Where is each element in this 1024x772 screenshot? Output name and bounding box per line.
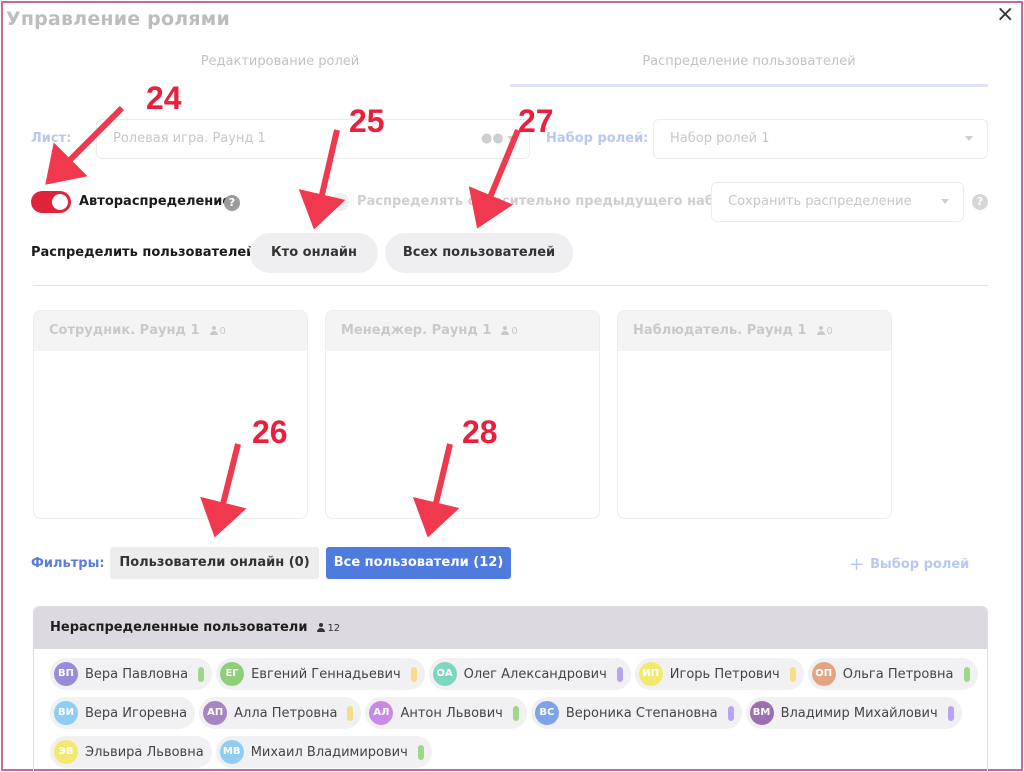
annotation-arrow-25 xyxy=(298,129,346,230)
annotation-arrow-27 xyxy=(468,128,521,229)
annotation-arrow-26 xyxy=(200,443,247,538)
annotation-arrow-24 xyxy=(45,105,125,185)
annotation-arrows xyxy=(45,105,521,538)
annotation-arrow-28 xyxy=(412,443,460,538)
